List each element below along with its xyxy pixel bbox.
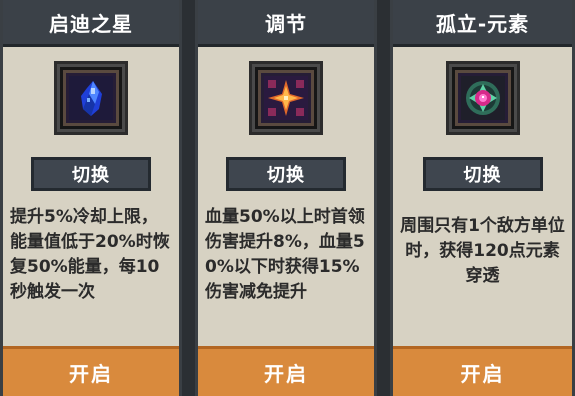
talent-description: 提升5%冷却上限，能量值低于20%时恢复50%能量，每10秒触发一次 <box>10 207 170 302</box>
talent-description: 周围只有1个敌方单位时，获得120点元素穿透 <box>400 216 565 286</box>
card-title: 启迪之星 <box>3 0 179 47</box>
orange-star-icon <box>258 70 314 126</box>
talent-card-2: 调节 切换 血量50%以上时首领伤害提升8%，血量50%以下时获得15%伤害减免… <box>195 0 377 396</box>
switch-button[interactable]: 切换 <box>31 157 151 191</box>
blue-crystal-icon <box>63 70 119 126</box>
talent-icon-frame <box>249 61 323 135</box>
talent-description: 血量50%以上时首领伤害提升8%，血量50%以下时获得15%伤害减免提升 <box>205 207 365 302</box>
switch-button[interactable]: 切换 <box>226 157 346 191</box>
talent-icon-frame <box>54 61 128 135</box>
talent-icon-frame <box>445 61 520 135</box>
open-button[interactable]: 开启 <box>3 346 179 396</box>
open-button[interactable]: 开启 <box>393 346 572 396</box>
card-title: 孤立-元素 <box>393 0 572 47</box>
talent-card-3: 孤立-元素 切换 周围只有1个敌方单位时，获得120点元素穿透 开启 <box>390 0 575 396</box>
card-title: 调节 <box>198 0 374 47</box>
switch-button[interactable]: 切换 <box>422 157 543 191</box>
open-button[interactable]: 开启 <box>198 346 374 396</box>
talent-card-1: 启迪之星 切换 提升5%冷却上限，能量值低于20%时恢复50%能量，每10秒触发… <box>0 0 182 396</box>
pink-element-orb-icon <box>454 70 511 126</box>
